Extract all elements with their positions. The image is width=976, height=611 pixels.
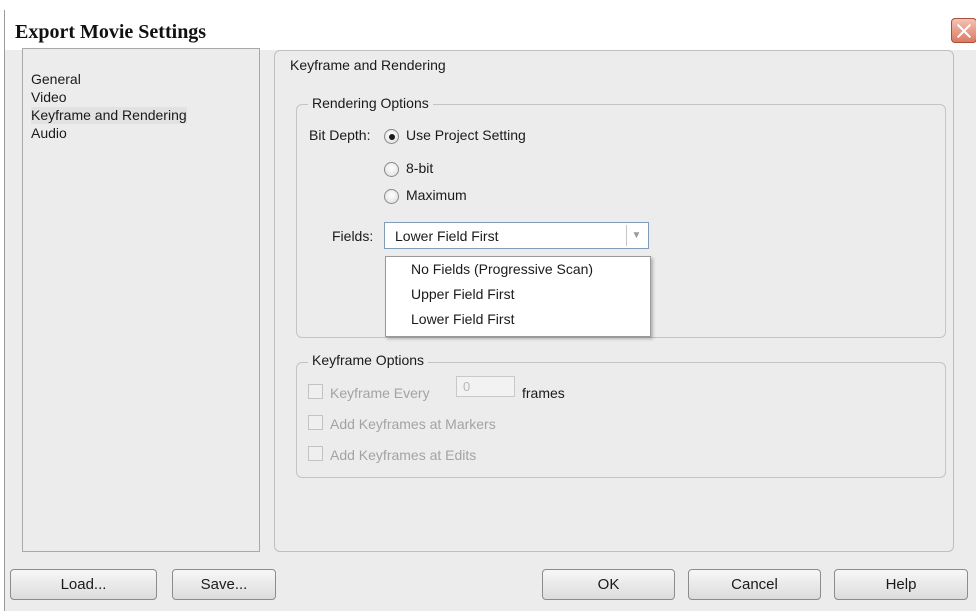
fields-label: Fields: [332, 228, 374, 244]
chevron-down-icon[interactable]: ▼ [626, 225, 646, 246]
keyframe-every-checkbox[interactable] [308, 384, 323, 399]
cancel-button[interactable]: Cancel [688, 569, 821, 600]
rendering-options-title: Rendering Options [308, 95, 433, 111]
fields-option-lower-field-first[interactable]: Lower Field First [411, 311, 514, 327]
fields-select[interactable]: Lower Field First ▼ [384, 222, 649, 249]
load-button[interactable]: Load... [10, 569, 157, 600]
dialog-title: Export Movie Settings [15, 21, 207, 43]
frames-label: frames [522, 385, 565, 401]
bit-depth-maximum-label[interactable]: Maximum [406, 187, 467, 203]
close-icon[interactable] [951, 18, 976, 43]
settings-category-list[interactable]: General Video Keyframe and Rendering Aud… [22, 48, 260, 552]
nav-item-keyframe-and-rendering[interactable]: Keyframe and Rendering [31, 107, 187, 124]
keyframe-options-title: Keyframe Options [308, 352, 429, 368]
add-keyframes-at-edits-checkbox[interactable] [308, 446, 323, 461]
title-bar: Export Movie Settings [5, 10, 976, 50]
bit-depth-maximum-radio[interactable] [384, 189, 399, 204]
bit-depth-project-setting-label[interactable]: Use Project Setting [406, 127, 526, 143]
nav-item-video[interactable]: Video [31, 89, 67, 106]
bit-depth-8bit-radio[interactable] [384, 162, 399, 177]
bit-depth-label: Bit Depth: [309, 127, 371, 143]
keyframe-every-label: Keyframe Every [330, 385, 430, 401]
panel-title: Keyframe and Rendering [286, 57, 450, 73]
fields-select-value: Lower Field First [395, 228, 499, 244]
keyframe-every-input[interactable]: 0 [456, 376, 515, 397]
ok-button[interactable]: OK [542, 569, 675, 600]
nav-item-general[interactable]: General [31, 71, 81, 88]
fields-option-upper-field-first[interactable]: Upper Field First [411, 286, 514, 302]
add-keyframes-at-markers-checkbox[interactable] [308, 415, 323, 430]
bit-depth-project-setting-radio[interactable] [384, 129, 399, 144]
fields-dropdown-list[interactable]: No Fields (Progressive Scan) Upper Field… [385, 256, 651, 337]
add-keyframes-at-edits-label: Add Keyframes at Edits [330, 447, 477, 463]
nav-item-audio[interactable]: Audio [31, 125, 67, 142]
help-button[interactable]: Help [834, 569, 968, 600]
fields-option-no-fields[interactable]: No Fields (Progressive Scan) [411, 261, 593, 277]
bit-depth-8bit-label[interactable]: 8-bit [406, 160, 433, 176]
save-button[interactable]: Save... [172, 569, 276, 600]
add-keyframes-at-markers-label: Add Keyframes at Markers [330, 416, 496, 432]
